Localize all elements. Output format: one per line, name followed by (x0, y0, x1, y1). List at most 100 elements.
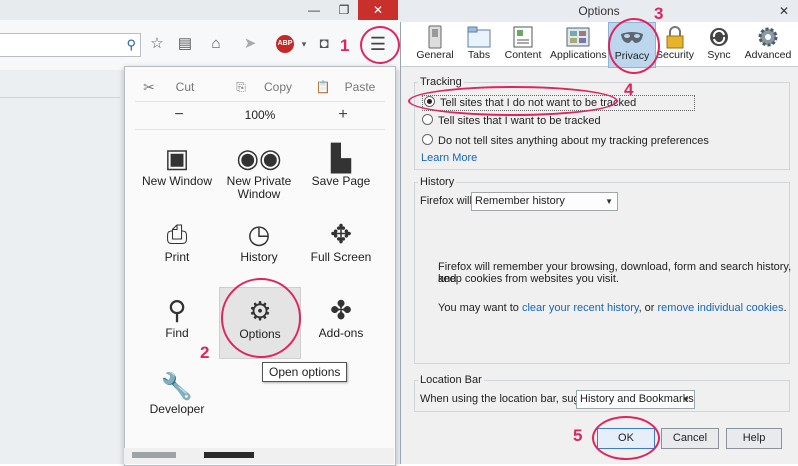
tab-content[interactable]: Content (500, 22, 546, 66)
restore-button[interactable]: ❐ (330, 0, 358, 20)
applications-icon (566, 27, 590, 47)
content-icon (513, 26, 533, 48)
search-icon[interactable]: ⚲ (126, 37, 136, 53)
new-private-window-item[interactable]: ◉◉ New Private Window (219, 141, 299, 213)
history-legend: History (418, 176, 457, 188)
history-description-line2: keep cookies from websites you visit. (438, 273, 619, 285)
tab-applications[interactable]: Applications (550, 22, 607, 66)
tab-sync[interactable]: Sync (696, 22, 742, 66)
pocket-icon[interactable]: ◘ (314, 34, 334, 54)
chevron-down-icon[interactable]: ▾ (294, 34, 314, 54)
tabs-icon (467, 26, 491, 48)
print-label: Print (164, 250, 190, 264)
footer-control[interactable] (132, 452, 176, 458)
options-tooltip: Open options (262, 362, 348, 382)
suggest-value: History and Bookmarks (580, 393, 694, 405)
annotation-ring-do-not-track (408, 86, 618, 116)
history-mode-select[interactable]: Remember history ▼ (471, 192, 618, 211)
annotation-ring-privacy (608, 18, 660, 74)
tab-tabs-label: Tabs (467, 49, 491, 61)
footer-control[interactable] (204, 452, 254, 458)
reading-list-icon[interactable]: ▤ (175, 34, 195, 54)
remove-cookies-link[interactable]: remove individual cookies (658, 302, 784, 314)
history-label: History (240, 250, 278, 264)
tab-advanced[interactable]: Advanced (744, 22, 792, 66)
save-page-item[interactable]: ▙ Save Page (301, 141, 381, 213)
cut-icon: ✂ (143, 79, 155, 95)
sync-icon (710, 28, 728, 46)
tab-general[interactable]: General (412, 22, 458, 66)
share-icon[interactable]: ➤ (240, 34, 260, 54)
developer-item[interactable]: 🔧 Developer (137, 369, 217, 441)
annotation-ring-menu (360, 26, 400, 64)
annotation-5: 5 (573, 426, 583, 445)
clock-icon: ◷ (247, 219, 271, 249)
find-label: Find (165, 326, 189, 340)
radio-no-preference[interactable]: Do not tell sites anything about my trac… (422, 134, 709, 147)
paste-icon: 📋 (315, 80, 331, 94)
history-mode-value: Remember history (475, 195, 565, 207)
history-actions-or: , or (638, 302, 658, 314)
copy-button[interactable]: Copy (253, 73, 303, 101)
home-icon[interactable]: ⌂ (206, 34, 226, 54)
tab-applications-label: Applications (550, 49, 607, 61)
history-actions-prefix: You may want to (438, 302, 522, 314)
new-private-window-label: New Private Window (226, 174, 292, 201)
browser-titlebar: — ❐ ✕ (0, 0, 400, 20)
save-page-icon: ▙ (331, 143, 351, 173)
chevron-down-icon: ▼ (605, 197, 613, 206)
tab-content-label: Content (504, 49, 542, 61)
zoom-row: − 100% + (135, 101, 385, 130)
add-ons-item[interactable]: ✤ Add-ons (301, 293, 381, 365)
help-button[interactable]: Help (726, 428, 782, 449)
adblock-icon[interactable]: ABP (276, 35, 294, 53)
url-bar[interactable]: ⚲ (0, 33, 141, 57)
annotation-1: 1 (340, 36, 350, 55)
print-item[interactable]: ⎙ Print (137, 217, 217, 289)
annotation-ring-options (221, 278, 301, 358)
window-icon: ▣ (164, 143, 190, 173)
magnifier-icon: ⚲ (167, 295, 187, 325)
save-page-label: Save Page (311, 174, 371, 188)
zoom-out-button[interactable]: − (165, 101, 193, 129)
tab-general-label: General (416, 49, 454, 61)
radio-track-label: Tell sites that I want to be tracked (438, 115, 601, 127)
app-menu-panel: ✂ Cut ⎘ Copy 📋 Paste − 100% + ▣ New Wind… (124, 66, 396, 466)
copy-icon: ⎘ (236, 80, 246, 94)
full-screen-label: Full Screen (310, 250, 372, 264)
lock-icon (666, 26, 684, 49)
mask-icon: ◉◉ (236, 143, 282, 173)
full-screen-item[interactable]: ✥ Full Screen (301, 217, 381, 289)
suggest-select[interactable]: History and Bookmarks ▼ (576, 390, 695, 409)
zoom-level[interactable]: 100% (235, 101, 285, 129)
minimize-button[interactable]: — (300, 0, 328, 20)
tab-tabs[interactable]: Tabs (456, 22, 502, 66)
clear-history-link[interactable]: clear your recent history (522, 302, 639, 314)
tracking-legend: Tracking (418, 76, 464, 88)
zoom-in-button[interactable]: + (329, 101, 357, 129)
new-window-label: New Window (141, 174, 213, 188)
new-window-item[interactable]: ▣ New Window (137, 141, 217, 213)
bookmark-star-icon[interactable]: ☆ (147, 34, 167, 54)
tab-advanced-label: Advanced (744, 49, 792, 61)
cancel-button[interactable]: Cancel (661, 428, 719, 449)
dialog-close-button[interactable]: ✕ (773, 2, 795, 20)
add-ons-label: Add-ons (318, 326, 364, 340)
paste-button[interactable]: Paste (335, 73, 385, 101)
general-switch-icon (428, 25, 442, 49)
annotation-2: 2 (200, 343, 210, 362)
radio-icon (422, 134, 433, 145)
history-actions-period: . (783, 302, 787, 314)
gear-icon (758, 27, 778, 47)
wrench-icon: 🔧 (160, 371, 194, 401)
tab-security-label: Security (656, 49, 694, 61)
annotation-3: 3 (654, 4, 664, 23)
learn-more-link[interactable]: Learn More (421, 152, 477, 164)
menu-footer (124, 448, 394, 464)
cut-button[interactable]: Cut (165, 73, 205, 101)
close-window-button[interactable]: ✕ (358, 0, 398, 20)
chevron-down-icon: ▼ (682, 395, 690, 404)
divider (0, 97, 120, 98)
firefox-will-label: Firefox will: (420, 195, 476, 207)
tab-sync-label: Sync (707, 49, 731, 61)
